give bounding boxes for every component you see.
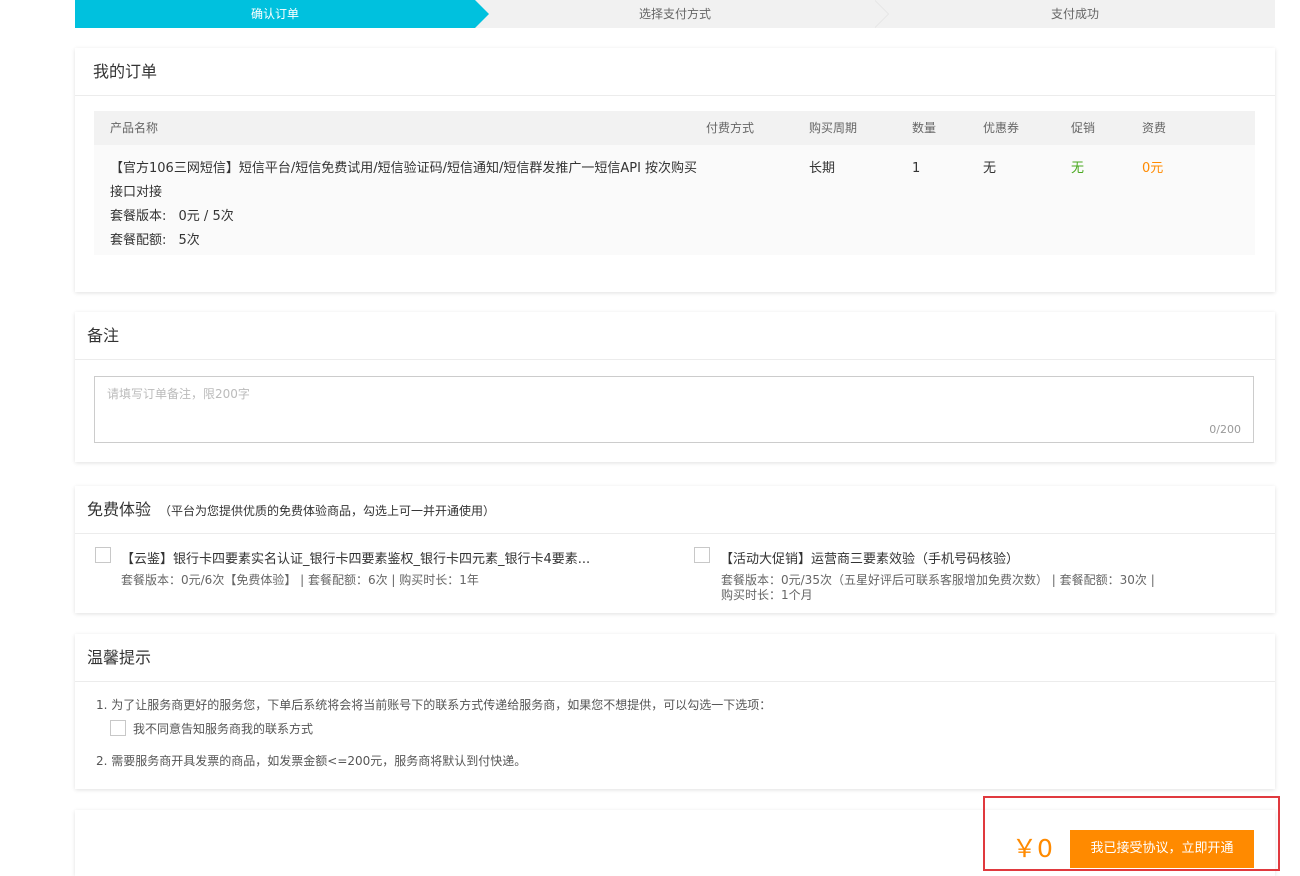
trial-item-2-meta-duration: 购买时长：1个月: [721, 588, 813, 602]
trial-item-2-checkbox[interactable]: [694, 547, 710, 563]
total-price: ￥0: [1012, 834, 1053, 863]
trial-item-2-name: 【活动大促销】运营商三要素效验（手机号码核验）: [720, 552, 1020, 567]
trial-item-1-meta: 套餐版本：0元/6次【免费体验】 | 套餐配额：6次 | 购买时长：1年: [121, 573, 479, 587]
order-table: 产品名称 付费方式 购买周期 数量 优惠券 促销 资费 【官方106三网短信】短…: [94, 111, 1255, 255]
free-trial-subtitle: （平台为您提供优质的免费体验商品，勾选上可一并开通使用）: [159, 504, 496, 518]
free-trial-card-title: 免费体验 （平台为您提供优质的免费体验商品，勾选上可一并开通使用）: [75, 486, 1275, 534]
no-contact-checkbox[interactable]: [110, 720, 126, 736]
fee-value: 0元: [1142, 161, 1164, 176]
free-trial-card: 免费体验 （平台为您提供优质的免费体验商品，勾选上可一并开通使用） 【云鉴】银行卡…: [75, 486, 1275, 613]
header-quantity: 数量: [912, 121, 937, 135]
product-name-line1: 【官方106三网短信】短信平台/短信免费试用/短信验证码/短信通知/短信群发推广…: [110, 161, 698, 176]
package-version-label: 套餐版本:: [110, 209, 167, 224]
package-quota: 套餐配额: 5次: [110, 229, 770, 253]
no-contact-checkbox-label: 我不同意告知服务商我的联系方式: [133, 722, 314, 736]
product-name: 【官方106三网短信】短信平台/短信免费试用/短信验证码/短信通知/短信群发推广…: [110, 157, 770, 253]
package-quota-label: 套餐配额:: [110, 233, 167, 248]
package-quota-value: 5次: [178, 233, 200, 248]
order-card-title: 我的订单: [75, 48, 1275, 96]
order-table-header: 产品名称 付费方式 购买周期 数量 优惠券 促销 资费: [94, 111, 1255, 145]
step-confirm-order: 确认订单: [75, 0, 489, 28]
step-select-payment: 选择支付方式: [638, 7, 711, 21]
remark-card-title: 备注: [75, 312, 1275, 360]
accept-and-activate-button[interactable]: 我已接受协议，立即开通: [1070, 830, 1254, 868]
package-version: 套餐版本: 0元 / 5次: [110, 205, 770, 229]
remark-card: 备注 0/200: [75, 312, 1275, 462]
step-payment-success: 支付成功: [1050, 7, 1099, 21]
header-fee: 资费: [1142, 121, 1167, 135]
header-product: 产品名称: [110, 121, 159, 135]
order-steps: 确认订单 选择支付方式 支付成功: [75, 0, 1275, 28]
purchase-period: 长期: [809, 161, 836, 176]
header-coupon: 优惠券: [983, 121, 1020, 135]
header-payment: 付费方式: [706, 121, 755, 135]
remark-field-wrapper: 0/200: [94, 376, 1254, 443]
trial-item-1-checkbox[interactable]: [95, 547, 111, 563]
tip-item-1: 1. 为了让服务商更好的服务您，下单后系统将会将当前账号下的联系方式传递给服务商…: [96, 698, 772, 712]
tips-card-title: 温馨提示: [75, 634, 1275, 682]
remark-input[interactable]: [95, 377, 1253, 442]
tip-item-2: 2. 需要服务商开具发票的商品，如发票金额<=200元，服务商将默认到付快递。: [96, 754, 527, 768]
product-name-line2: 接口对接: [110, 185, 163, 200]
promotion-value: 无: [1071, 161, 1085, 176]
table-row: 【官方106三网短信】短信平台/短信免费试用/短信验证码/短信通知/短信群发推广…: [94, 145, 1255, 255]
coupon-value: 无: [983, 161, 997, 176]
order-card: 我的订单 产品名称 付费方式 购买周期 数量 优惠券 促销 资费 【官方106三…: [75, 48, 1275, 292]
header-promotion: 促销: [1071, 121, 1096, 135]
header-period: 购买周期: [809, 121, 858, 135]
package-version-value: 0元 / 5次: [178, 209, 234, 224]
remark-char-counter: 0/200: [1209, 423, 1241, 436]
trial-item-1-name: 【云鉴】银行卡四要素实名认证_银行卡四要素鉴权_银行卡四元素_银行卡4要素...: [121, 552, 591, 567]
tips-card: 温馨提示 1. 为了让服务商更好的服务您，下单后系统将会将当前账号下的联系方式传…: [75, 634, 1275, 789]
free-trial-title: 免费体验: [87, 500, 152, 519]
quantity-value: 1: [912, 161, 921, 176]
